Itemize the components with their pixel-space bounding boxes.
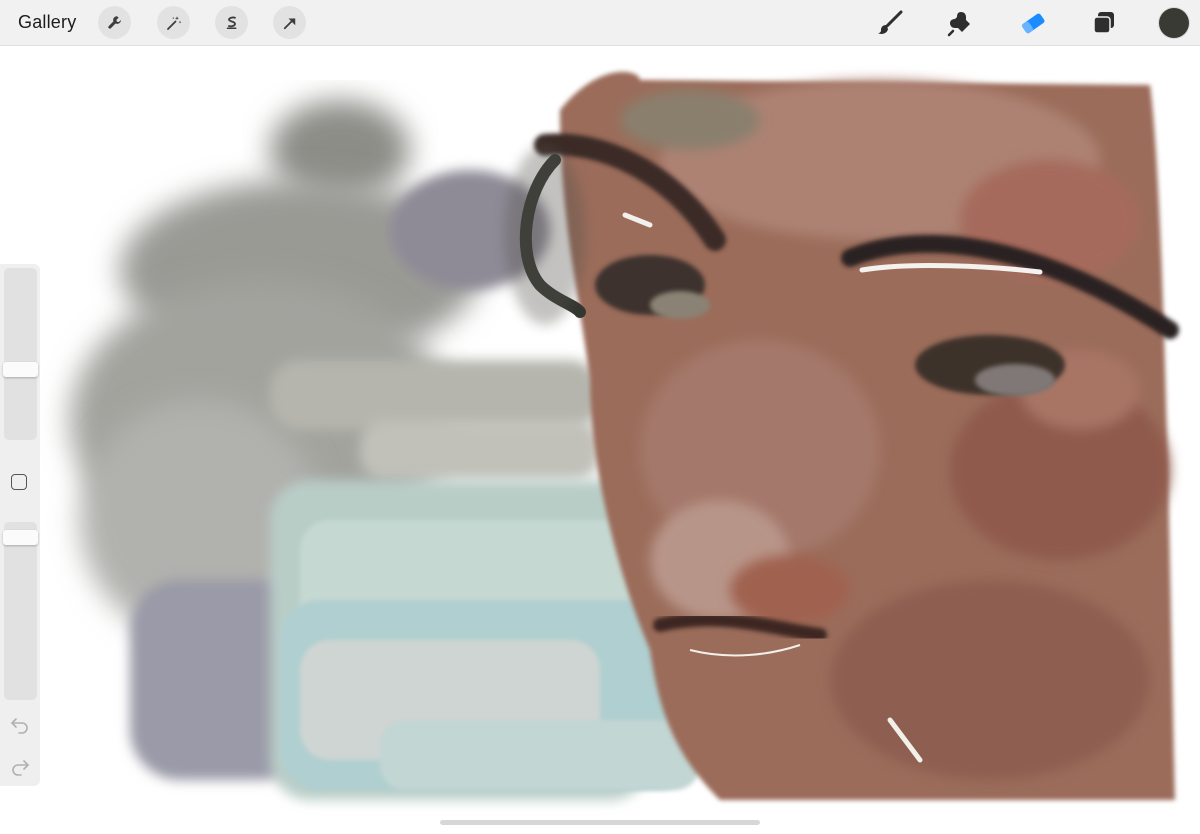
brush-size-slider[interactable] [3,268,38,440]
opacity-thumb[interactable] [3,530,38,545]
smudge-icon [947,12,970,37]
redo-button[interactable] [10,756,30,776]
undo-icon [11,718,28,734]
magic-wand-icon [166,15,181,30]
selection-icon [226,16,236,29]
color-picker-swatch[interactable] [1159,8,1189,38]
gallery-button[interactable]: Gallery [18,12,76,33]
brush-icon [878,10,903,34]
eraser-tool-button[interactable] [1017,7,1049,39]
wrench-icon [107,15,121,29]
redo-icon [12,760,29,776]
brush-tool-button[interactable] [874,7,906,39]
brush-size-thumb[interactable] [3,362,38,377]
transform-arrow-icon [283,17,295,29]
undo-button[interactable] [10,714,30,734]
smudge-tool-button[interactable] [945,7,977,39]
home-indicator[interactable] [440,820,760,825]
top-toolbar: Gallery [0,0,1200,46]
modify-square-icon[interactable] [11,474,27,490]
adjustments-button[interactable] [157,6,190,39]
transform-button[interactable] [273,6,306,39]
sidebar [0,264,40,786]
drawing-canvas[interactable] [0,46,1200,834]
layers-icon [1093,12,1114,34]
opacity-slider[interactable] [3,522,38,700]
actions-button[interactable] [98,6,131,39]
eraser-icon [1022,13,1045,34]
selection-button[interactable] [215,6,248,39]
layers-button[interactable] [1088,7,1120,39]
